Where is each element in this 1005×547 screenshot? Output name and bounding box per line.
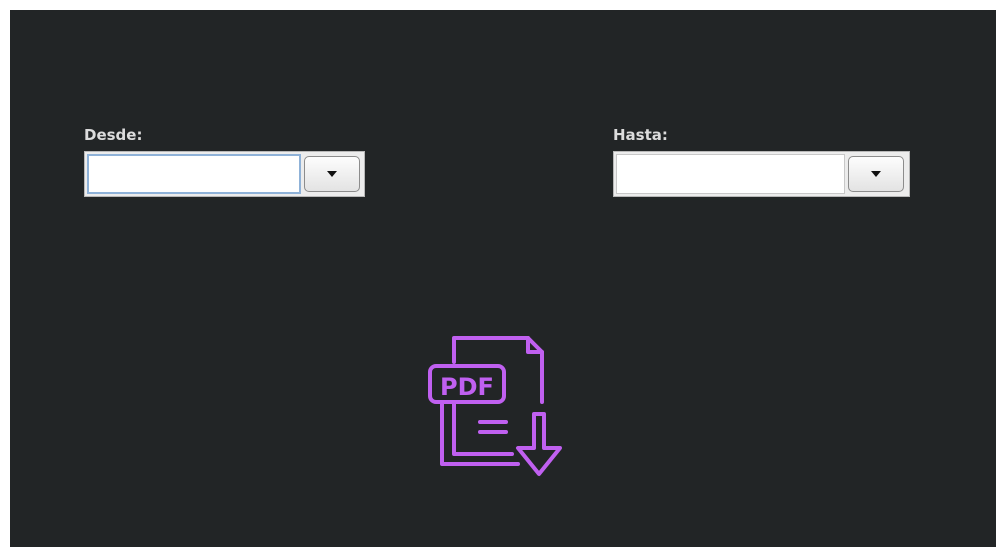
window-edge xyxy=(996,0,1005,547)
to-date-label: Hasta: xyxy=(613,126,668,144)
chevron-down-icon xyxy=(871,171,881,177)
to-date-input[interactable] xyxy=(616,154,845,194)
from-date-input[interactable] xyxy=(87,154,301,194)
pdf-download-icon[interactable]: PDF xyxy=(428,336,568,478)
pdf-icon-text: PDF xyxy=(440,373,494,401)
chevron-down-icon xyxy=(327,171,337,177)
from-date-dropdown-button[interactable] xyxy=(304,156,360,192)
to-date-dropdown-button[interactable] xyxy=(848,156,904,192)
from-date-picker[interactable] xyxy=(84,151,365,197)
from-date-label: Desde: xyxy=(84,126,143,144)
to-date-picker[interactable] xyxy=(613,151,910,197)
